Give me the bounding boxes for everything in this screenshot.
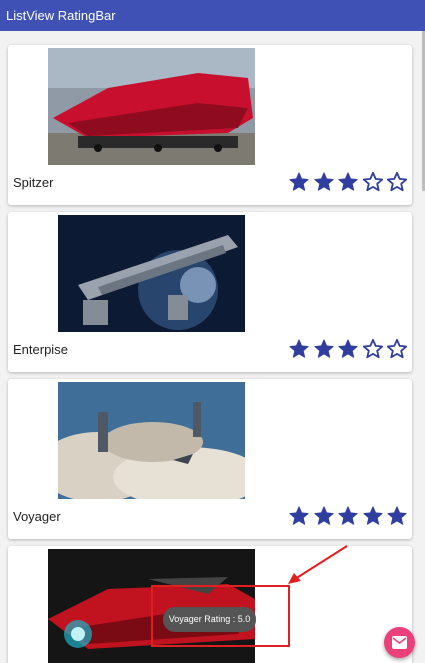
app-bar: ListView RatingBar: [0, 0, 425, 31]
list-item-spitzer[interactable]: Spitzer: [8, 45, 412, 205]
star-icon[interactable]: [362, 505, 384, 527]
spaceship-image: [48, 48, 255, 165]
email-fab[interactable]: [384, 627, 415, 658]
item-name: Enterpise: [13, 342, 68, 357]
star-icon[interactable]: [288, 505, 310, 527]
annotation-arrow-icon: [288, 545, 348, 584]
toast-message: Voyager Rating : 5.0: [163, 607, 256, 632]
star-icon[interactable]: [313, 338, 335, 360]
item-name: Spitzer: [13, 175, 54, 190]
star-icon[interactable]: [362, 171, 384, 193]
star-icon[interactable]: [288, 171, 310, 193]
star-icon[interactable]: [337, 505, 359, 527]
space-station-image: [58, 215, 245, 332]
cloud-city-image: [58, 382, 245, 499]
star-icon[interactable]: [313, 171, 335, 193]
item-name: Voyager: [13, 509, 61, 524]
star-icon[interactable]: [313, 505, 335, 527]
star-icon[interactable]: [288, 338, 310, 360]
star-icon[interactable]: [337, 171, 359, 193]
list-item-voyager[interactable]: Voyager: [8, 379, 412, 539]
list-item-enterpise[interactable]: Enterpise: [8, 212, 412, 372]
star-icon[interactable]: [362, 338, 384, 360]
item-list[interactable]: Spitzer Enterpise Voyager: [0, 31, 425, 663]
star-icon[interactable]: [386, 338, 408, 360]
app-title: ListView RatingBar: [6, 8, 116, 23]
star-icon[interactable]: [337, 338, 359, 360]
star-icon[interactable]: [386, 171, 408, 193]
email-icon: [392, 636, 407, 649]
star-icon[interactable]: [386, 505, 408, 527]
